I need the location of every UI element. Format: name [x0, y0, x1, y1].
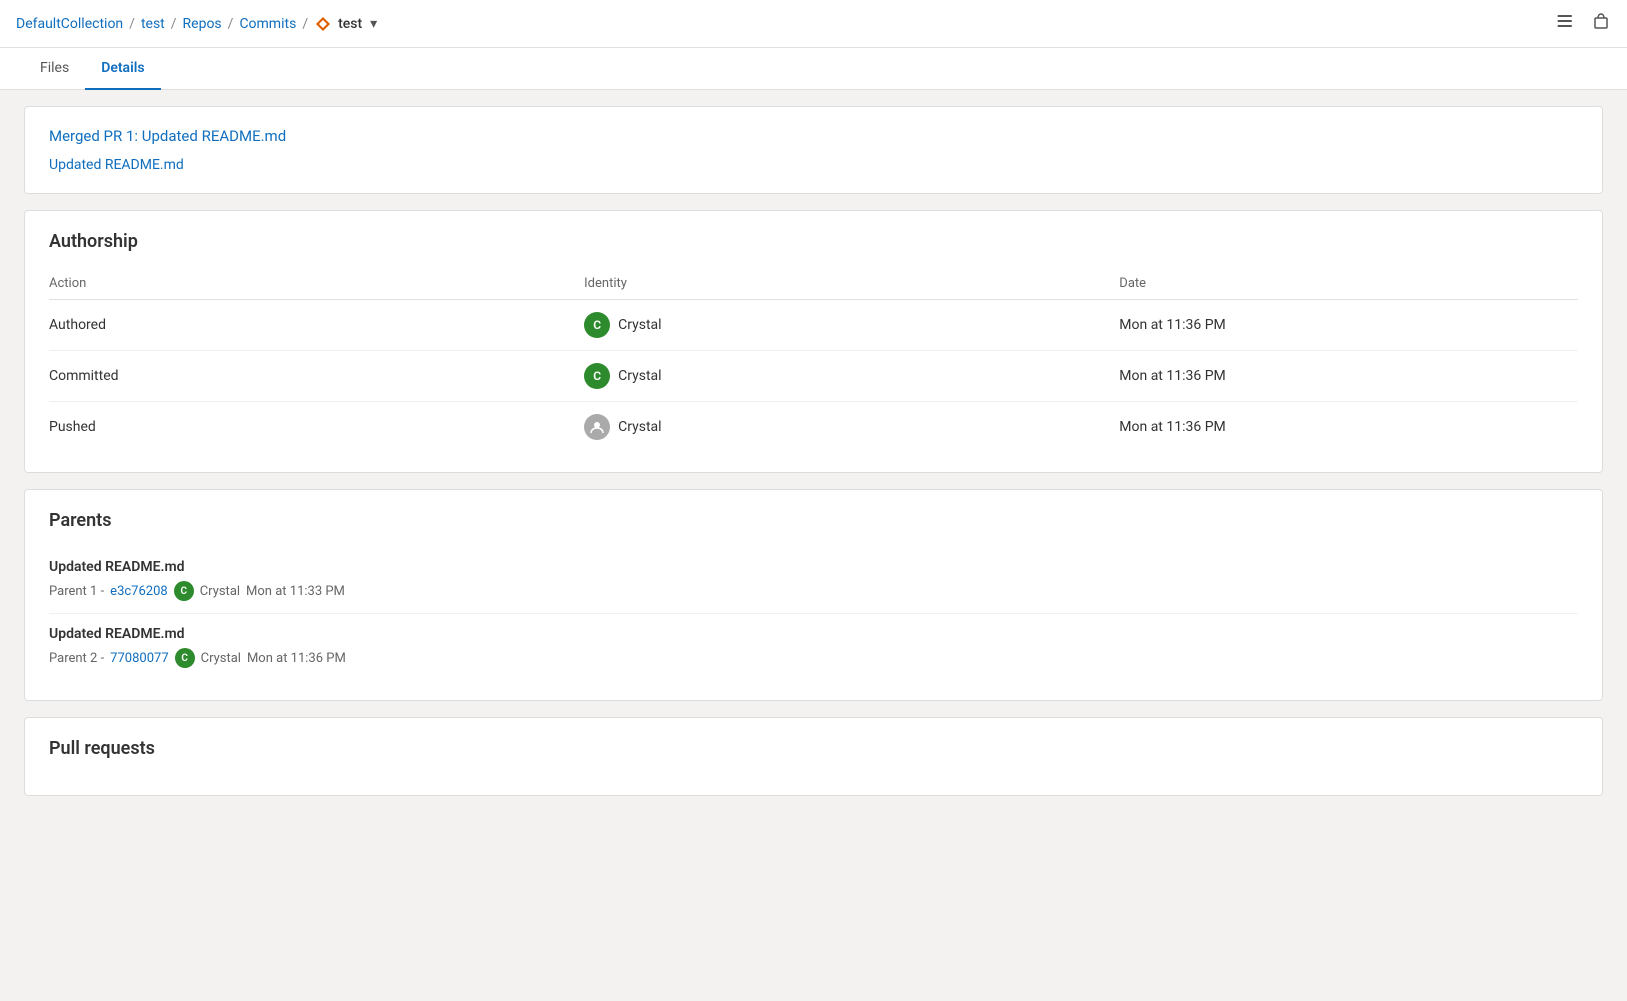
parent-commit-title: Updated README.md: [49, 626, 1578, 642]
authorship-title: Authorship: [49, 231, 1578, 252]
breadcrumb-test1[interactable]: test: [141, 16, 165, 32]
breadcrumb-branch: test: [338, 16, 362, 32]
tab-details[interactable]: Details: [85, 48, 160, 90]
separator-3: /: [228, 16, 234, 32]
authorship-identity: C Crystal: [584, 351, 1119, 402]
bag-icon[interactable]: [1591, 11, 1611, 36]
authorship-row: Pushed Crystal Mon at 11:36 PM: [49, 402, 1578, 453]
breadcrumb-commits[interactable]: Commits: [239, 16, 296, 32]
authorship-identity: C Crystal: [584, 300, 1119, 351]
pull-requests-title: Pull requests: [49, 738, 1578, 759]
parents-card: Parents Updated README.md Parent 1 - e3c…: [24, 489, 1603, 701]
separator-1: /: [129, 16, 135, 32]
parent-hash[interactable]: e3c76208: [110, 584, 168, 599]
parent-hash[interactable]: 77080077: [110, 651, 168, 666]
col-header-date: Date: [1119, 268, 1578, 300]
parent-commit-title: Updated README.md: [49, 559, 1578, 575]
parent-avatar: C: [174, 581, 194, 601]
breadcrumb-collection[interactable]: DefaultCollection: [16, 16, 123, 32]
authorship-table: Action Identity Date Authored C Crystal …: [49, 268, 1578, 452]
identity-avatar: C: [584, 312, 610, 338]
identity-avatar: C: [584, 363, 610, 389]
parents-list: Updated README.md Parent 1 - e3c76208 C …: [49, 547, 1578, 680]
authorship-date: Mon at 11:36 PM: [1119, 351, 1578, 402]
authorship-action: Committed: [49, 351, 584, 402]
authorship-card: Authorship Action Identity Date Authored…: [24, 210, 1603, 473]
repo-icon: [314, 15, 332, 33]
parent-identity-name: Crystal: [201, 651, 241, 666]
identity-name: Crystal: [618, 368, 661, 384]
col-header-action: Action: [49, 268, 584, 300]
parent-meta: Parent 1 - e3c76208 C Crystal Mon at 11:…: [49, 581, 1578, 601]
pull-requests-card: Pull requests: [24, 717, 1603, 796]
parent-meta: Parent 2 - 77080077 C Crystal Mon at 11:…: [49, 648, 1578, 668]
commit-title[interactable]: Merged PR 1: Updated README.md: [49, 127, 1578, 145]
parent-label: Parent 2 -: [49, 651, 104, 666]
branch-dropdown-button[interactable]: ▾: [370, 16, 377, 32]
topbar-icons: [1555, 11, 1611, 36]
parent-avatar: C: [175, 648, 195, 668]
commit-description[interactable]: Updated README.md: [49, 157, 1578, 173]
parent-label: Parent 1 -: [49, 584, 104, 599]
authorship-row: Committed C Crystal Mon at 11:36 PM: [49, 351, 1578, 402]
authorship-identity: Crystal: [584, 402, 1119, 453]
tab-files[interactable]: Files: [24, 48, 85, 90]
authorship-row: Authored C Crystal Mon at 11:36 PM: [49, 300, 1578, 351]
separator-2: /: [171, 16, 177, 32]
parent-date: Mon at 11:36 PM: [247, 651, 346, 666]
separator-4: /: [302, 16, 308, 32]
breadcrumb: DefaultCollection / test / Repos / Commi…: [16, 15, 377, 33]
authorship-action: Pushed: [49, 402, 584, 453]
list-icon[interactable]: [1555, 11, 1575, 36]
tabs-bar: Files Details: [0, 48, 1627, 90]
authorship-date: Mon at 11:36 PM: [1119, 402, 1578, 453]
authorship-date: Mon at 11:36 PM: [1119, 300, 1578, 351]
parent-identity-name: Crystal: [200, 584, 240, 599]
identity-name: Crystal: [618, 317, 661, 333]
top-bar: DefaultCollection / test / Repos / Commi…: [0, 0, 1627, 48]
breadcrumb-repos[interactable]: Repos: [183, 16, 222, 32]
parents-title: Parents: [49, 510, 1578, 531]
authorship-action: Authored: [49, 300, 584, 351]
identity-name: Crystal: [618, 419, 661, 435]
parent-item: Updated README.md Parent 2 - 77080077 C …: [49, 614, 1578, 680]
identity-avatar: [584, 414, 610, 440]
parent-date: Mon at 11:33 PM: [246, 584, 345, 599]
commit-message-card: Merged PR 1: Updated README.md Updated R…: [24, 106, 1603, 194]
parent-item: Updated README.md Parent 1 - e3c76208 C …: [49, 547, 1578, 614]
col-header-identity: Identity: [584, 268, 1119, 300]
